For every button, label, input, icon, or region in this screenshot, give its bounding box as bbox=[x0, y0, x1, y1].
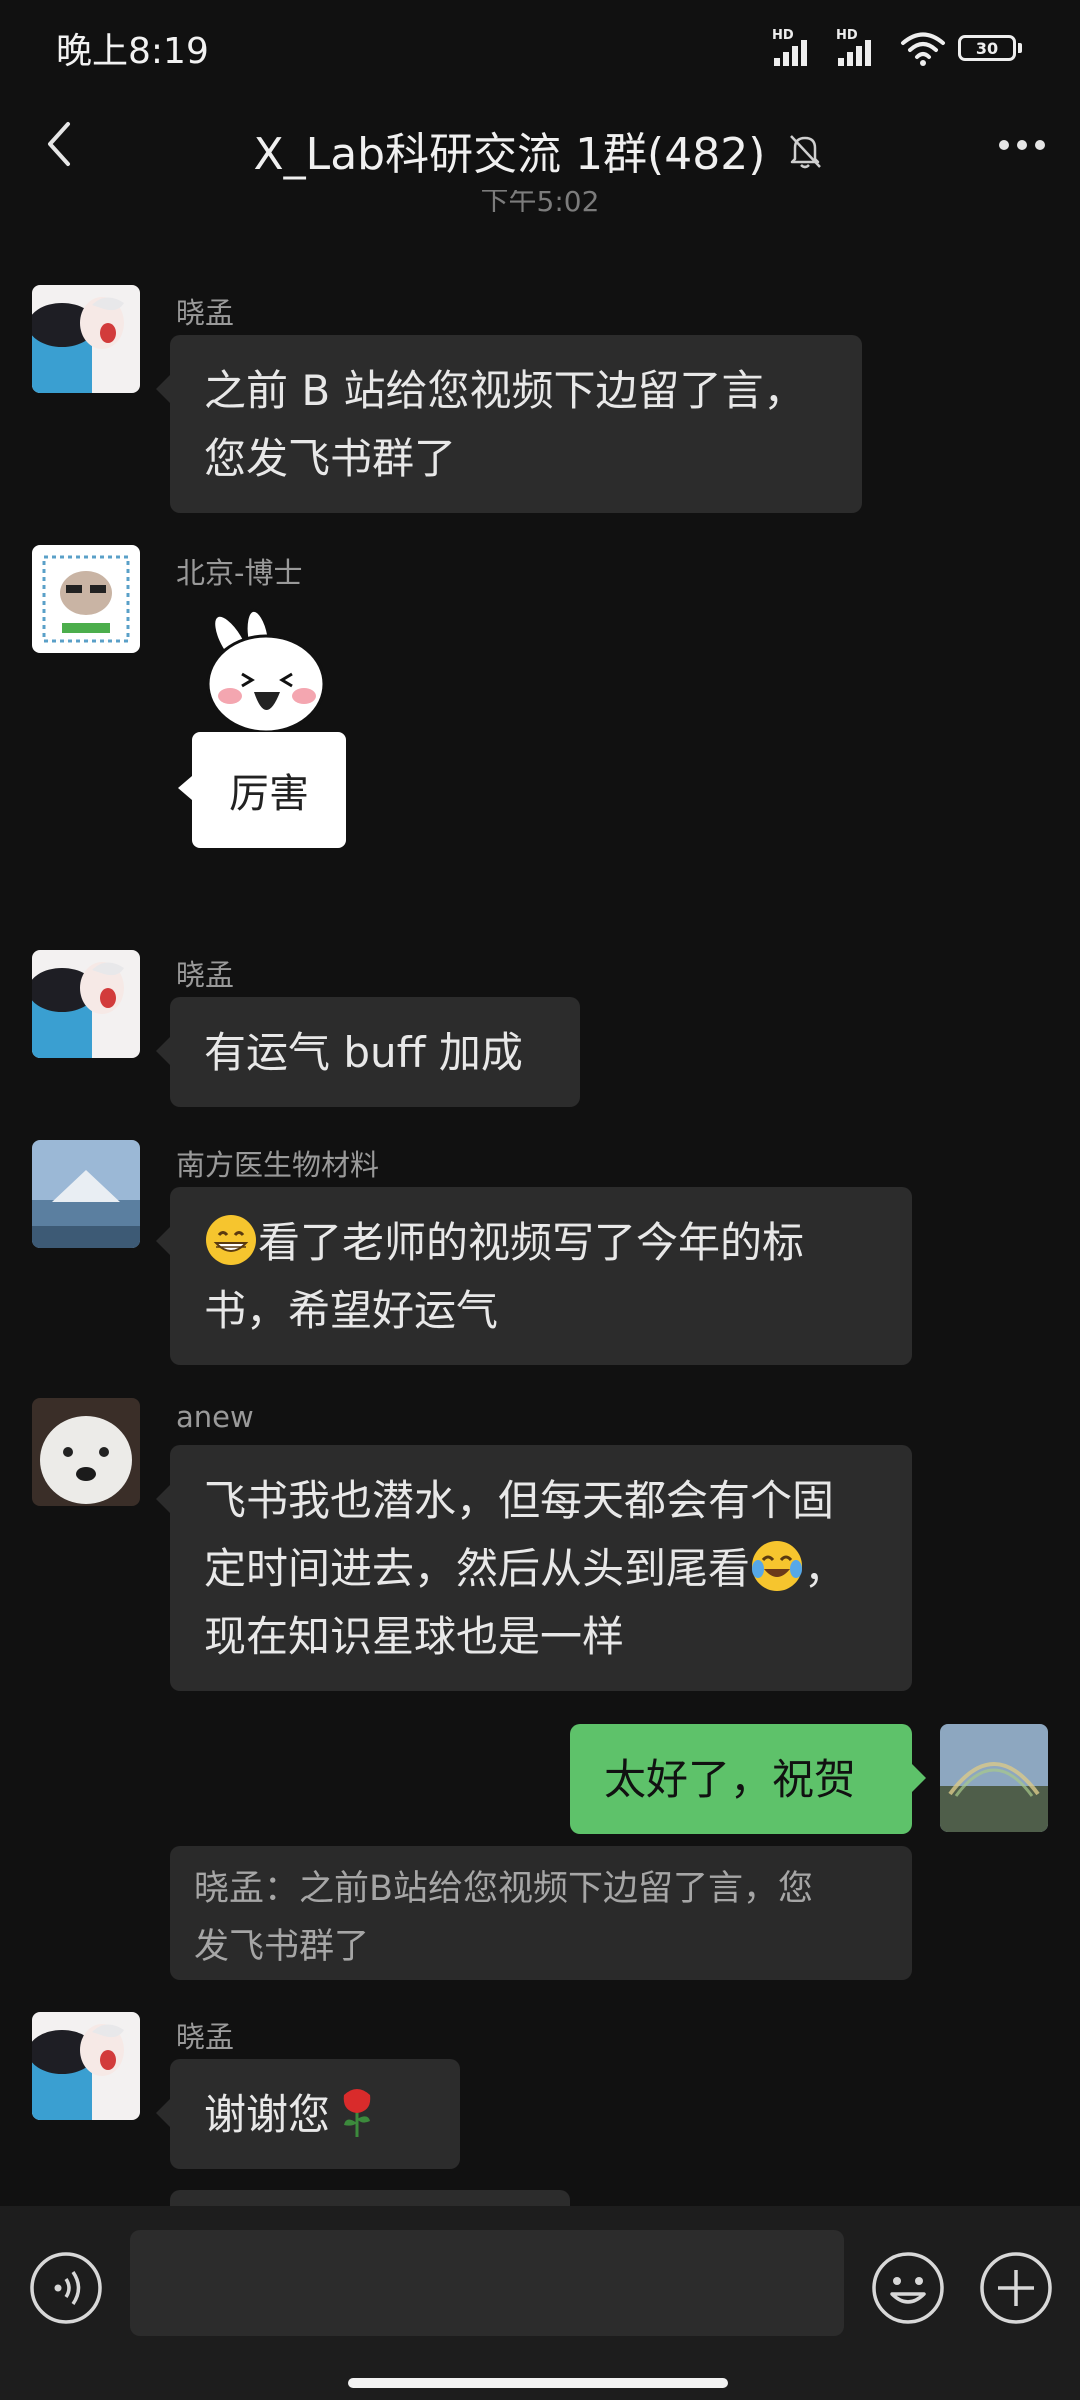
rose-emoji bbox=[343, 2089, 371, 2137]
avatar-image bbox=[32, 1398, 140, 1506]
avatar-image bbox=[32, 545, 140, 653]
grinning-face-emoji bbox=[206, 1215, 256, 1265]
avatar-image bbox=[940, 1724, 1048, 1832]
avatar-image bbox=[32, 2012, 140, 2120]
chat-title[interactable]: X_Lab科研交流 1群(482) bbox=[254, 129, 766, 180]
chat-header: X_Lab科研交流 1群(482) bbox=[0, 90, 1080, 200]
wifi-icon bbox=[901, 32, 945, 66]
sender-name: 晓孟 bbox=[176, 296, 235, 330]
tears-of-joy-emoji bbox=[752, 1541, 803, 1591]
message-text: 定时间进去，然后从头到尾看 bbox=[204, 1544, 751, 1593]
avatar-image bbox=[32, 950, 140, 1058]
message-bubble[interactable]: 飞书我也潜水，但每天都会有个固 定时间进去，然后从头到尾看 ， 现在知识星球也是… bbox=[156, 1445, 912, 1691]
avatar[interactable] bbox=[32, 1140, 140, 1248]
rabbit-sticker-icon bbox=[206, 608, 326, 734]
message-text: 书，希望好运气 bbox=[204, 1286, 499, 1335]
avatar-image bbox=[32, 1140, 140, 1248]
voice-icon[interactable] bbox=[28, 2250, 104, 2326]
message-input[interactable] bbox=[130, 2230, 844, 2336]
message-text: 谢谢您 bbox=[204, 2090, 331, 2139]
message-list[interactable]: 下午5:02 晓孟 之前 B 站给您视频下边留了言， 您发飞书群了 北京-博士 bbox=[0, 190, 1080, 2206]
message-bubble[interactable]: 之前 B 站给您视频下边留了言， 您发飞书群了 bbox=[156, 335, 862, 513]
message-text: 太好了，祝贺 bbox=[604, 1755, 857, 1804]
avatar[interactable] bbox=[32, 545, 140, 653]
my-avatar[interactable] bbox=[940, 1724, 1048, 1832]
message-text: 飞书我也潜水，但每天都会有个固 bbox=[204, 1476, 835, 1525]
more-dots-icon[interactable] bbox=[990, 120, 1054, 170]
plus-icon[interactable] bbox=[978, 2250, 1054, 2326]
home-indicator[interactable] bbox=[348, 2378, 728, 2388]
message-bubble[interactable]: 看了老师的视频写了今年的标 书，希望好运气 bbox=[156, 1187, 912, 1365]
quote-text: 发飞书群了 bbox=[194, 1927, 370, 1967]
message-text: 您发飞书群了 bbox=[204, 434, 457, 483]
sticker-caption: 厉害 bbox=[178, 732, 346, 848]
signal-icon: HD bbox=[772, 28, 824, 68]
message-text: ， bbox=[804, 1544, 847, 1593]
message-bubble[interactable]: 谢谢您 bbox=[156, 2059, 460, 2169]
quote-text: 晓孟：之前B站给您视频下边留了言，您 bbox=[194, 1869, 814, 1909]
signal-icon: HD bbox=[836, 28, 888, 68]
message-text: 现在知识星球也是一样 bbox=[204, 1612, 625, 1661]
avatar-image bbox=[32, 285, 140, 393]
status-bar: 晚上8:19 HD HD 30 bbox=[0, 0, 1080, 90]
avatar[interactable] bbox=[32, 285, 140, 393]
battery-level: 30 bbox=[975, 38, 999, 58]
battery-icon: 30 bbox=[958, 35, 1022, 61]
avatar[interactable] bbox=[32, 950, 140, 1058]
input-bar bbox=[0, 2206, 1080, 2400]
sender-name: 晓孟 bbox=[176, 2020, 235, 2054]
chat-title-wrap: X_Lab科研交流 1群(482) bbox=[0, 118, 1080, 182]
message-bubble[interactable]: 有运气 buff 加成 bbox=[156, 997, 580, 1107]
avatar[interactable] bbox=[32, 1398, 140, 1506]
sender-name: anew bbox=[176, 1400, 254, 1434]
quoted-message[interactable]: 晓孟：之前B站给您视频下边留了言，您 发飞书群了 bbox=[170, 1846, 912, 1980]
timestamp: 下午5:02 bbox=[480, 190, 600, 212]
sender-name: 北京-博士 bbox=[176, 556, 303, 590]
status-icons: HD HD 30 bbox=[772, 28, 1022, 68]
emoji-icon[interactable] bbox=[870, 2250, 946, 2326]
message-text: 看了老师的视频写了今年的标 bbox=[258, 1218, 805, 1267]
message-text: 有运气 buff 加成 bbox=[204, 1028, 523, 1077]
sender-name: 南方医生物材料 bbox=[176, 1148, 380, 1182]
status-time: 晚上8:19 bbox=[56, 31, 209, 72]
my-message-bubble[interactable]: 太好了，祝贺 bbox=[570, 1724, 926, 1834]
avatar[interactable] bbox=[32, 2012, 140, 2120]
message-bubble-partial[interactable] bbox=[170, 2190, 570, 2206]
sender-name: 晓孟 bbox=[176, 958, 235, 992]
sticker[interactable]: 厉害 bbox=[178, 600, 362, 860]
bell-off-icon bbox=[790, 135, 822, 169]
message-text: 之前 B 站给您视频下边留了言， bbox=[204, 366, 806, 415]
